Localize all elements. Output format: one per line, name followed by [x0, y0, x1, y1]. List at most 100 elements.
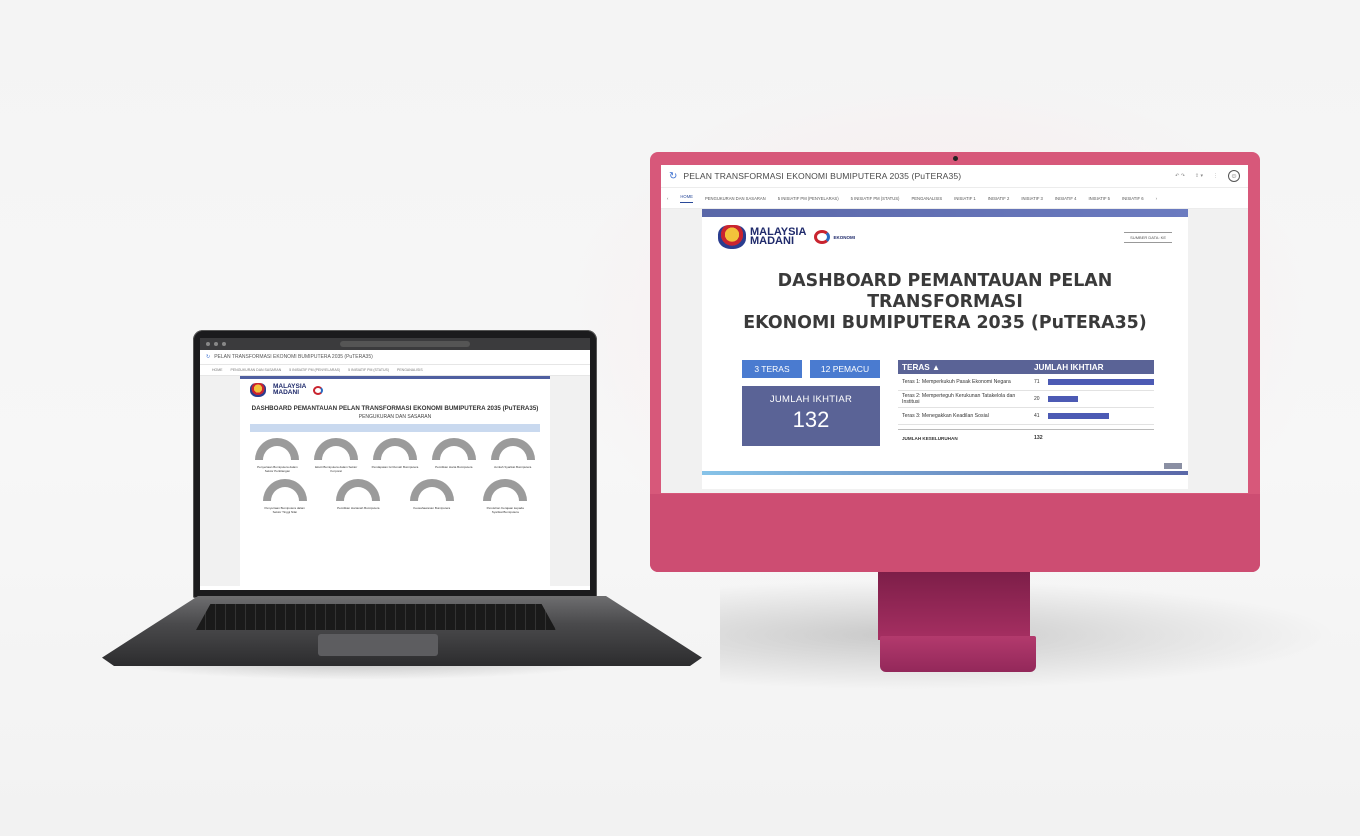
- pemacu-button[interactable]: 12 PEMACU: [810, 360, 880, 378]
- gauge-label: Pemilikan Harta Bumiputera: [435, 465, 473, 469]
- jumlah-ikhtiar-label: JUMLAH IKHTIAR: [769, 394, 853, 405]
- laptop-trackpad: [318, 634, 438, 656]
- laptop-browser-bar: [200, 338, 590, 350]
- window-dot-icon[interactable]: [214, 342, 218, 346]
- report-page: MALAYSIA MADANI EKONOMI SUMBER DATA: KE …: [702, 209, 1188, 489]
- ekonomi-logo-text: EKONOMI: [833, 234, 855, 240]
- undo-icon[interactable]: ↶ ↷: [1175, 173, 1185, 179]
- gauge-label: Penyertaan Bumiputera dalam Sektor Tingg…: [264, 506, 306, 514]
- gauge: Penyertaan Bumiputera dalam Sektor Perki…: [253, 438, 301, 473]
- share-icon[interactable]: ⇪ ▾: [1195, 173, 1203, 179]
- laptop-app-logo-icon: ↻: [206, 354, 211, 360]
- table-row[interactable]: Teras 2: Memperteguh Kerukunan Tatakelol…: [898, 391, 1154, 408]
- tab-inisiatif-3[interactable]: INISIATIF 3: [1021, 196, 1043, 201]
- laptop-dashboard-title: DASHBOARD PEMANTAUAN PELAN TRANSFORMASI …: [251, 405, 539, 412]
- laptop-tab-bar: HOME PENGUKURAN DAN SASARAN 5 INISIATIF …: [200, 365, 590, 376]
- gauge-label: Ekuiti Bumiputera dalam Sektor Korporat: [315, 465, 358, 473]
- gauge-label: Pemilikan Hartanah Bumiputera: [337, 506, 380, 511]
- gauge-label: Pendapatan Isi Rumah Bumiputera: [371, 465, 419, 469]
- teras-cell: Teras 2: Memperteguh Kerukunan Tatakelol…: [902, 393, 1016, 405]
- jumlah-bar: [1048, 379, 1154, 385]
- tab-home[interactable]: HOME: [680, 194, 693, 203]
- tab-inisiatif-1[interactable]: INISIATIF 1: [954, 196, 976, 201]
- tab-penganalisis[interactable]: PENGANALISIS: [911, 196, 942, 201]
- gauge-arc: [262, 479, 307, 502]
- teras-cell: Teras 1: Memperkukuh Pasak Ekonomi Negar…: [902, 379, 1011, 385]
- laptop-tab[interactable]: PENGUKURAN DAN SASARAN: [231, 368, 282, 372]
- gauge: Ekuiti Bumiputera dalam Sektor Korporat: [312, 438, 360, 473]
- dashboard-heading-line: EKONOMI BUMIPUTERA 2035 (PuTERA35): [743, 313, 1147, 333]
- madani-logo-text: MADANI: [750, 235, 794, 247]
- gauge: Pendapatan Isi Rumah Bumiputera: [371, 438, 419, 473]
- tab-inisiatif-4[interactable]: INISIATIF 4: [1055, 196, 1077, 201]
- gauge: Jumlah Syarikat Bumiputera: [489, 438, 537, 473]
- total-value: 132: [1034, 435, 1043, 441]
- tab-inisiatif-2[interactable]: INISIATIF 2: [988, 196, 1010, 201]
- crest-logo-icon: [718, 225, 746, 249]
- teras-cell: Teras 3: Menegakkan Keadilan Sosial: [902, 413, 989, 419]
- tab-inisiatif-status[interactable]: 5 INISIATIF PM (STATUS): [851, 196, 900, 201]
- report-canvas: MALAYSIA MADANI EKONOMI SUMBER DATA: KE …: [661, 209, 1248, 493]
- madani-logo: MALAYSIA MADANI: [273, 383, 306, 396]
- laptop-tab[interactable]: 5 INISIATIF PM (STATUS): [348, 368, 389, 372]
- table-row[interactable]: Teras 3: Menegakkan Keadilan Sosial 41: [898, 408, 1154, 425]
- tab-inisiatif-5[interactable]: INISIATIF 5: [1088, 196, 1110, 201]
- dashboard-heading: DASHBOARD PEMANTAUAN PELAN TRANSFORMASI …: [702, 271, 1188, 334]
- gauge-arc: [314, 438, 359, 460]
- app-logo-icon[interactable]: ↻: [669, 171, 677, 182]
- tab-inisiatif-penyelaras[interactable]: 5 INISIATIF PM (PENYELARAS): [778, 196, 839, 201]
- monitor-stand-neck: [878, 572, 1030, 640]
- monitor-stand-foot: [880, 636, 1036, 672]
- top-band: [702, 209, 1188, 217]
- total-label: JUMLAH KESELURUHAN: [902, 435, 958, 441]
- app-title: PELAN TRANSFORMASI EKONOMI BUMIPUTERA 20…: [683, 171, 962, 181]
- jumlah-cell: 41: [1034, 413, 1040, 419]
- laptop-address-bar[interactable]: [340, 341, 470, 347]
- dashboard-heading-line: DASHBOARD PEMANTAUAN PELAN TRANSFORMASI: [777, 271, 1113, 312]
- teras-button[interactable]: 3 TERAS: [742, 360, 802, 378]
- monitor-shadow: [720, 580, 1340, 690]
- laptop-tab[interactable]: 5 INISIATIF PM (PENYELARAS): [289, 368, 340, 372]
- tab-pengukuran[interactable]: PENGUKURAN DAN SASARAN: [705, 196, 766, 201]
- jumlah-ikhtiar-value: 132: [792, 407, 830, 432]
- jumlah-bar: [1048, 413, 1109, 419]
- laptop-tab[interactable]: HOME: [212, 368, 223, 372]
- laptop-subtitle: PENGUKURAN DAN SASARAN: [358, 414, 432, 420]
- laptop-app-title-bar: ↻ PELAN TRANSFORMASI EKONOMI BUMIPUTERA …: [200, 350, 590, 365]
- gauge: Pemilikan Harta Bumiputera: [430, 438, 478, 473]
- tab-prev-icon[interactable]: ‹: [667, 196, 668, 201]
- laptop-canvas: MALAYSIA MADANI DASHBOARD PEMANTAUAN PEL…: [200, 376, 590, 587]
- laptop-tab[interactable]: PENGANALISIS: [397, 368, 423, 372]
- ekonomi-logo-icon: [313, 385, 324, 395]
- account-avatar-icon[interactable]: ☺: [1228, 170, 1240, 182]
- logo-header: MALAYSIA MADANI EKONOMI SUMBER DATA: KE: [702, 217, 1188, 249]
- kpi-column: 3 TERAS 12 PEMACU JUMLAH IKHTIAR 132: [742, 360, 880, 446]
- gauge-arc: [483, 479, 528, 502]
- jumlah-bar: [1048, 396, 1078, 402]
- window-dot-icon[interactable]: [222, 342, 226, 346]
- gauge-label: Jumlah Syarikat Bumiputera: [493, 465, 532, 469]
- page-nav-button[interactable]: [1164, 463, 1182, 469]
- sumber-data-label: SUMBER DATA: KE: [1124, 231, 1172, 243]
- laptop-report-page: MALAYSIA MADANI DASHBOARD PEMANTAUAN PEL…: [240, 376, 550, 587]
- report-tab-bar: ‹ HOME PENGUKURAN DAN SASARAN 5 INISIATI…: [661, 188, 1248, 209]
- app-title-bar: ↻ PELAN TRANSFORMASI EKONOMI BUMIPUTERA …: [661, 165, 1248, 188]
- laptop-logos: MALAYSIA MADANI: [240, 379, 550, 401]
- tab-inisiatif-6[interactable]: INISIATIF 6: [1122, 196, 1144, 201]
- teras-column-header[interactable]: TERAS ▲: [898, 363, 1034, 372]
- window-dot-icon[interactable]: [206, 342, 210, 346]
- ekonomi-logo: EKONOMI: [814, 229, 874, 245]
- laptop-app-title: PELAN TRANSFORMASI EKONOMI BUMIPUTERA 20…: [214, 354, 373, 360]
- kpi-buttons: 3 TERAS 12 PEMACU: [742, 360, 880, 378]
- tab-next-icon[interactable]: ›: [1156, 196, 1157, 201]
- jumlah-cell: 71: [1034, 379, 1040, 385]
- gauge: Perolehan Kerajaan kepada Syarikat Bumip…: [481, 479, 529, 514]
- gauge: Keusahawanan Bumiputera: [408, 479, 456, 514]
- jumlah-cell: 20: [1034, 396, 1040, 402]
- gauge-label: Penyertaan Bumiputera dalam Sektor Perki…: [257, 465, 298, 473]
- summary-row: 3 TERAS 12 PEMACU JUMLAH IKHTIAR 132 TER…: [702, 360, 1188, 446]
- more-icon[interactable]: ⋮: [1213, 173, 1218, 179]
- jumlah-column-header[interactable]: JUMLAH IKHTIAR: [1034, 363, 1104, 372]
- monitor-chin: [650, 494, 1260, 572]
- table-row[interactable]: Teras 1: Memperkukuh Pasak Ekonomi Negar…: [898, 374, 1154, 391]
